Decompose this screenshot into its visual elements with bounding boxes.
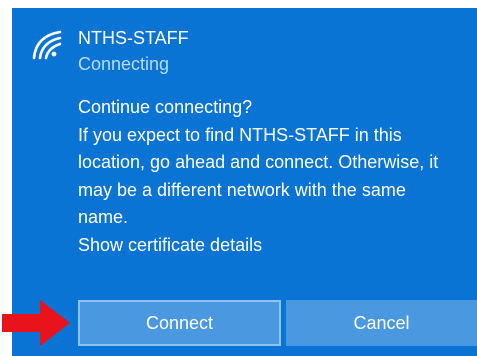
message-line: If you expect to find NTHS-STAFF in this bbox=[78, 124, 402, 145]
message-line: location, go ahead and connect. Otherwis… bbox=[78, 152, 439, 172]
confirmation-message: Continue connecting? If you expect to fi… bbox=[78, 94, 473, 259]
wifi-connect-panel: NTHS-STAFF Connecting Continue connectin… bbox=[12, 8, 477, 356]
wifi-signal-icon bbox=[32, 30, 62, 60]
message-line: may be a different network with the same bbox=[78, 179, 406, 200]
show-certificate-link[interactable]: Show certificate details bbox=[78, 232, 473, 260]
screen: NTHS-STAFF Connecting Continue connectin… bbox=[0, 0, 477, 356]
connect-button[interactable]: Connect bbox=[78, 300, 281, 346]
network-name: NTHS-STAFF bbox=[78, 28, 189, 48]
connection-status: Connecting bbox=[78, 54, 170, 74]
message-line: name. bbox=[78, 207, 129, 227]
red-arrow-pointer-icon bbox=[2, 300, 70, 346]
message-line: Continue connecting? bbox=[78, 97, 253, 117]
cancel-button[interactable]: Cancel bbox=[286, 300, 477, 346]
